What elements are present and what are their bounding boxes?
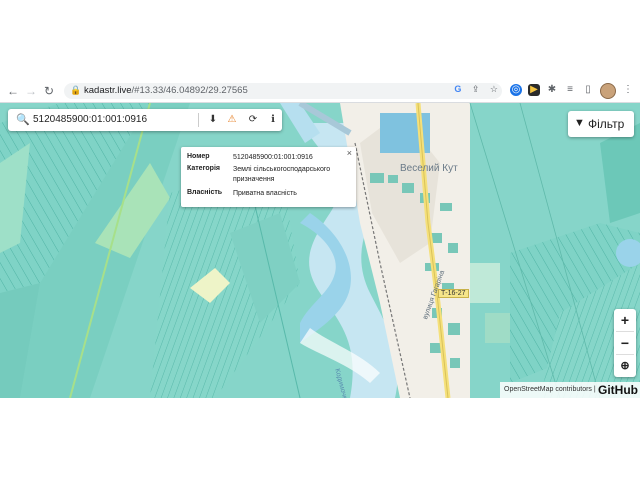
popup-key: Категорія xyxy=(187,165,220,172)
url-text[interactable]: kadastr.live/#13.33/46.04892/29.27565 xyxy=(84,85,248,96)
road-label: Т-16-27 xyxy=(438,289,469,298)
profile-avatar[interactable] xyxy=(600,83,616,99)
attribution-text[interactable]: OpenStreetMap contributors | xyxy=(504,386,596,393)
popup-value: Землі сільськогосподарського призначення xyxy=(233,166,331,183)
kebab-menu-icon[interactable]: ⋮ xyxy=(622,84,634,96)
url-host: kadastr.live xyxy=(84,85,132,96)
address-bar[interactable]: 🔒 kadastr.live/#13.33/46.04892/29.27565 … xyxy=(64,83,502,99)
popup-value: 5120485900:01:001:0916 xyxy=(233,154,313,161)
zoom-out-button[interactable]: − xyxy=(614,332,636,354)
zoom-in-button[interactable]: + xyxy=(614,309,636,331)
search-icon[interactable]: 🔍 xyxy=(16,113,30,126)
reload-icon[interactable]: ↻ xyxy=(42,84,56,98)
info-icon[interactable]: ℹ xyxy=(265,112,281,128)
zoom-controls: + − ⊕ xyxy=(614,309,636,377)
map-attribution: OpenStreetMap contributors | GitHub xyxy=(500,382,640,398)
warning-icon[interactable]: ⚠ xyxy=(224,112,240,128)
url-path: /#13.33/46.04892/29.27565 xyxy=(131,85,248,96)
filter-label: Фільтр xyxy=(588,117,625,131)
translate-icon[interactable]: ◎ xyxy=(510,84,522,96)
parcel-info-popup: × Номер 5120485900:01:001:0916 Категорія… xyxy=(181,147,356,207)
video-extension-icon[interactable]: ▶ xyxy=(528,84,540,96)
playlist-icon[interactable]: ≡ xyxy=(564,84,576,96)
popup-value: Приватна власність xyxy=(233,190,297,197)
filter-button[interactable]: ▼ Фільтр xyxy=(568,111,634,137)
refresh-icon[interactable]: ⟳ xyxy=(245,112,261,128)
parcel-search-input[interactable]: 5120485900:01:001:0916 xyxy=(33,114,147,125)
popup-key: Номер xyxy=(187,153,210,160)
github-link[interactable]: GitHub xyxy=(598,383,638,397)
compass-reset-button[interactable]: ⊕ xyxy=(614,355,636,377)
browser-frame: ← → ↻ 🔒 kadastr.live/#13.33/46.04892/29.… xyxy=(0,80,640,398)
back-arrow-icon[interactable]: ← xyxy=(6,84,20,98)
funnel-icon: ▼ xyxy=(574,117,585,129)
lock-icon: 🔒 xyxy=(70,85,82,95)
popup-key: Власність xyxy=(187,189,223,196)
forward-arrow-icon[interactable]: → xyxy=(24,84,38,98)
share-icon[interactable]: ⇪ xyxy=(472,84,480,94)
sidepanel-icon[interactable]: ▯ xyxy=(582,84,594,96)
google-icon[interactable]: G xyxy=(454,84,461,94)
download-icon[interactable]: ⬇ xyxy=(205,112,221,128)
village-label: Веселий Кут xyxy=(400,163,458,174)
puzzle-icon[interactable]: ✱ xyxy=(546,84,558,96)
star-icon[interactable]: ☆ xyxy=(490,84,498,94)
parcel-search-box: 🔍 5120485900:01:001:0916 ⬇ ⚠ ⟳ ℹ xyxy=(8,109,282,131)
toolbar-divider xyxy=(198,113,199,127)
browser-toolbar: ← → ↻ 🔒 kadastr.live/#13.33/46.04892/29.… xyxy=(0,80,640,103)
